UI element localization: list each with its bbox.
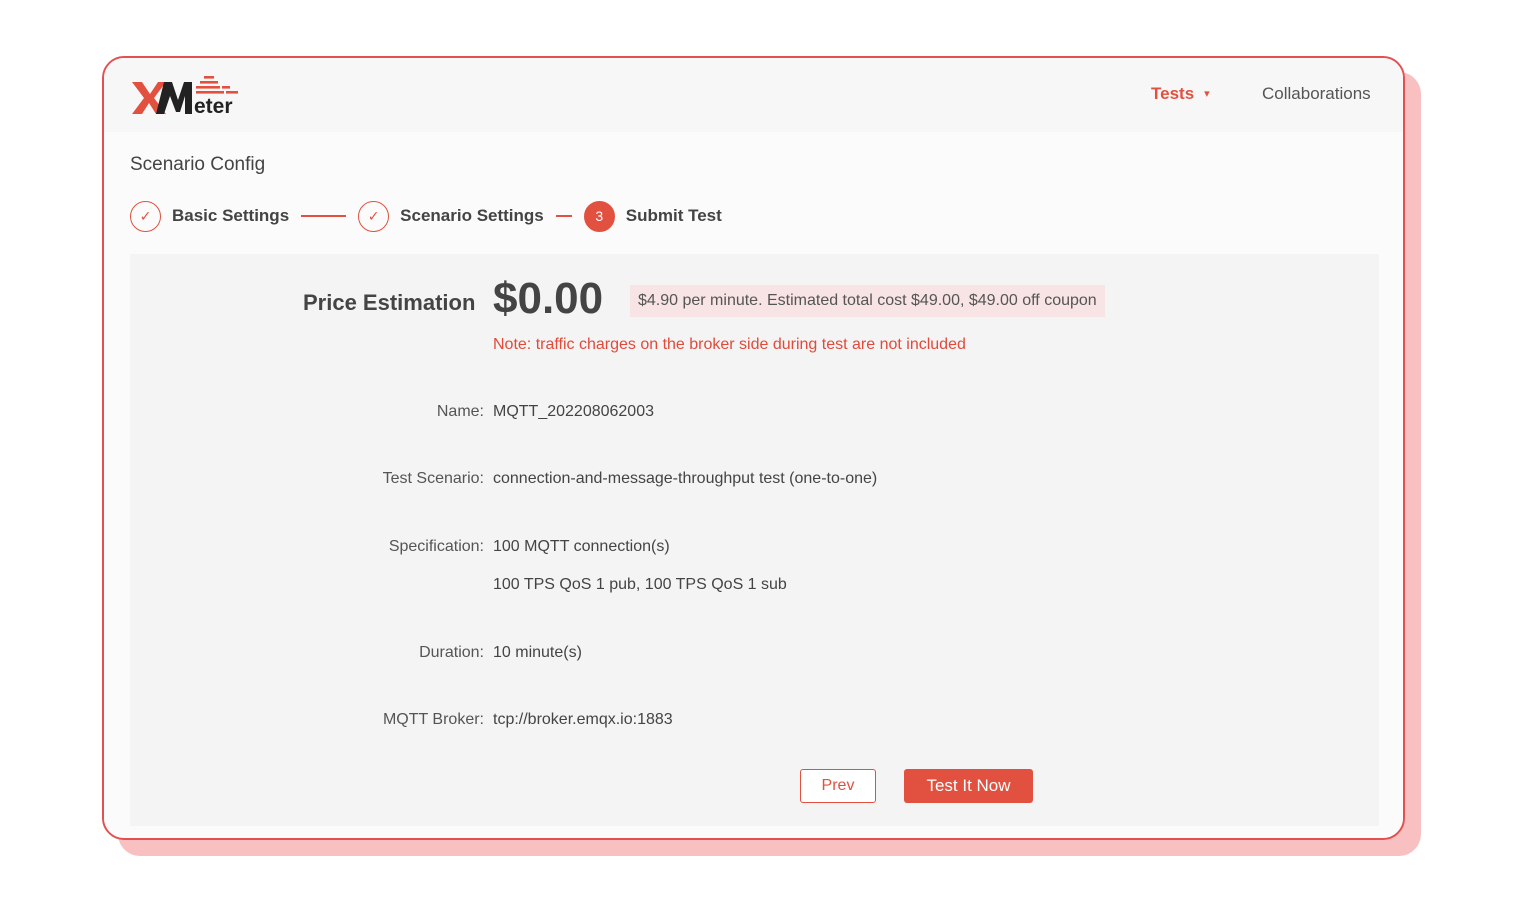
check-icon: ✓ [358, 200, 390, 232]
submit-summary-panel: Price Estimation $0.00 $4.90 per minute.… [130, 254, 1379, 826]
top-navigation-bar: eter Tests ▾ Collaborations [104, 58, 1403, 132]
nav-tests-menu[interactable]: Tests ▾ [1151, 84, 1210, 104]
step-connector [555, 215, 572, 217]
price-note: Note: traffic charges on the broker side… [493, 336, 966, 353]
prev-button[interactable]: Prev [800, 769, 876, 803]
svg-text:eter: eter [194, 95, 233, 116]
nav-collaborations-link[interactable]: Collaborations [1262, 84, 1371, 104]
app-window: eter Tests ▾ Collaborations Scenario Conf… [102, 56, 1405, 840]
mqtt-broker-label: MQTT Broker: [382, 711, 484, 728]
step-number-badge: 3 [583, 200, 615, 232]
mqtt-broker-value: tcp://broker.emqx.io:1883 [493, 711, 673, 728]
step-submit-test: Submit Test [625, 206, 722, 225]
price-detail: $4.90 per minute. Estimated total cost $… [630, 285, 1105, 317]
specification-label: Specification: [388, 538, 484, 555]
nav-tests-label: Tests [1151, 84, 1195, 103]
stepper: ✓ Basic Settings ✓ Scenario Settings 3 S… [130, 200, 722, 232]
xmeter-logo[interactable]: eter [130, 72, 242, 116]
duration-label: Duration: [419, 644, 484, 661]
price-estimation-label: Price Estimation [303, 290, 476, 315]
specification-connections: 100 MQTT connection(s) [493, 538, 670, 555]
name-label: Name: [436, 403, 484, 420]
step-connector [301, 215, 347, 217]
chevron-down-icon: ▾ [1204, 88, 1210, 100]
page-title: Scenario Config [130, 154, 266, 175]
name-value: MQTT_202208062003 [493, 403, 654, 420]
price-value: $0.00 [493, 274, 604, 323]
check-icon: ✓ [130, 200, 161, 232]
test-scenario-value: connection-and-message-throughput test (… [493, 470, 878, 487]
page-body: Scenario Config ✓ Basic Settings ✓ Scena… [104, 132, 1403, 838]
step-scenario-settings: Scenario Settings [400, 206, 544, 225]
step-basic-settings: Basic Settings [172, 206, 290, 225]
test-it-now-button[interactable]: Test It Now [904, 769, 1033, 803]
specification-throughput: 100 TPS QoS 1 pub, 100 TPS QoS 1 sub [493, 576, 787, 593]
test-scenario-label: Test Scenario: [382, 470, 484, 487]
duration-value: 10 minute(s) [493, 644, 582, 661]
